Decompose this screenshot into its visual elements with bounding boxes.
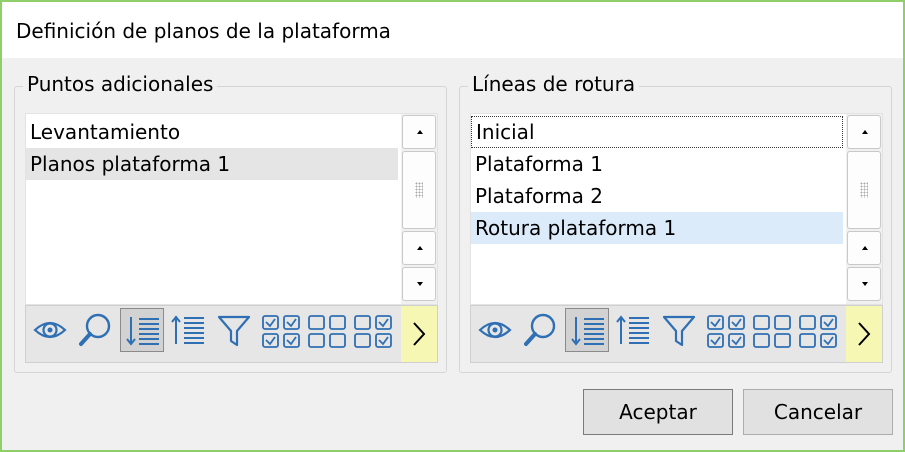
scroll-down-button[interactable] [847,267,881,301]
scroll-thumb[interactable] [402,151,436,229]
sort-ascending-button[interactable] [611,308,655,352]
uncheck-all-icon [308,315,346,348]
sort-ascending-button[interactable] [166,308,210,352]
uncheck-all-button[interactable] [749,308,793,352]
scroll-up-button[interactable] [402,231,436,265]
search-button[interactable] [519,308,563,352]
check-all-button[interactable] [703,308,747,352]
arrow-up-icon [862,130,868,134]
more-tools-button[interactable] [401,306,437,362]
list-item-label: Planos plataforma 1 [30,152,231,176]
arrow-up-icon [417,130,423,134]
group-legend: Puntos adicionales [23,72,218,96]
list-item[interactable]: Plataforma 2 [471,180,843,212]
scroll-up-button[interactable] [847,115,881,149]
invert-check-button[interactable] [350,308,394,352]
group-legend: Líneas de rotura [468,72,640,96]
list-toolbar [470,305,883,363]
group-puntos-adicionales: Puntos adicionales Levantamiento Planos … [14,72,447,373]
sort-ascending-icon [171,315,204,344]
arrow-down-icon [417,282,423,286]
scroll-up-button[interactable] [847,231,881,265]
dialog-window: Definición de planos de la plataforma Pu… [0,0,905,452]
chevron-right-icon [858,322,871,346]
search-button[interactable] [74,308,118,352]
vertical-scrollbar[interactable] [846,114,882,304]
invert-check-icon [799,315,837,348]
vertical-scrollbar[interactable] [401,114,437,304]
chevron-right-icon [413,322,426,346]
list-item-label: Rotura plataforma 1 [475,216,677,240]
list-item[interactable]: Plataforma 1 [471,148,843,180]
dialog-title: Definición de planos de la plataforma [16,19,391,43]
scroll-thumb[interactable] [847,151,881,229]
puntos-listbox[interactable]: Levantamiento Planos plataforma 1 [25,113,438,305]
scroll-down-button[interactable] [402,267,436,301]
filter-icon [662,315,696,347]
sort-descending-button[interactable] [120,308,164,352]
sort-descending-icon [571,317,604,346]
sort-descending-icon [126,317,159,346]
more-tools-button[interactable] [846,306,882,362]
grip-icon [415,182,423,198]
search-icon [79,313,111,346]
list-item[interactable]: Rotura plataforma 1 [471,212,843,244]
check-all-icon [262,315,300,348]
uncheck-all-button[interactable] [304,308,348,352]
accept-button[interactable]: Aceptar [583,389,733,435]
group-lineas-de-rotura: Líneas de rotura Inicial Plataforma 1 Pl… [459,72,892,373]
cancel-button[interactable]: Cancelar [743,389,893,435]
filter-button[interactable] [212,308,256,352]
sort-ascending-icon [616,315,649,344]
uncheck-all-icon [753,315,791,348]
view-button[interactable] [28,308,72,352]
arrow-up-icon [417,246,423,250]
list-item[interactable]: Planos plataforma 1 [26,148,398,180]
arrow-up-icon [862,246,868,250]
search-icon [524,313,556,346]
eye-icon [33,321,67,339]
grip-icon [860,182,868,198]
eye-icon [478,321,512,339]
filter-icon [217,315,251,347]
arrow-down-icon [862,282,868,286]
list-toolbar [25,305,438,363]
invert-check-icon [354,315,392,348]
list-item-label: Inicial [476,120,535,144]
check-all-button[interactable] [258,308,302,352]
filter-button[interactable] [657,308,701,352]
list-item[interactable]: Inicial [471,116,843,148]
list-item-label: Plataforma 1 [475,152,603,176]
sort-descending-button[interactable] [565,308,609,352]
list-item[interactable]: Levantamiento [26,116,398,148]
lineas-listbox[interactable]: Inicial Plataforma 1 Plataforma 2 Rotura… [470,113,883,305]
list-item-label: Levantamiento [30,120,181,144]
check-all-icon [707,315,745,348]
scroll-up-button[interactable] [402,115,436,149]
list-item-label: Plataforma 2 [475,184,603,208]
invert-check-button[interactable] [795,308,839,352]
title-bar: Definición de planos de la plataforma [2,2,903,58]
view-button[interactable] [473,308,517,352]
